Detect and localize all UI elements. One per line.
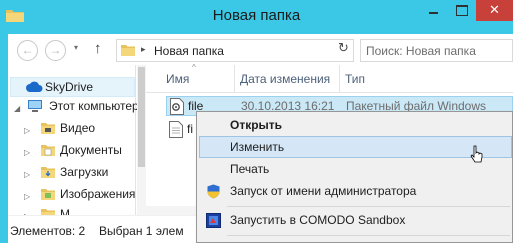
minimize-button[interactable]: [420, 0, 447, 21]
nav-item-label: Этот компьютер: [49, 99, 139, 113]
column-header-type[interactable]: Тип: [345, 72, 365, 86]
nav-item-pictures[interactable]: ▷ Изображения: [10, 185, 135, 205]
cloud-icon: [26, 81, 43, 92]
menu-item-comodo-sandbox[interactable]: Запустить в COMODO Sandbox: [199, 210, 512, 232]
column-divider[interactable]: [234, 65, 235, 93]
back-button[interactable]: ←: [17, 40, 38, 61]
menu-item-edit[interactable]: Изменить: [199, 136, 512, 158]
computer-icon: [28, 100, 42, 112]
expand-icon[interactable]: ▷: [24, 144, 30, 162]
status-selected: Выбран 1 элем: [99, 224, 184, 238]
search-placeholder: Поиск: Новая папка: [366, 44, 476, 58]
comodo-sandbox-icon: [206, 213, 221, 228]
menu-separator: [227, 206, 510, 207]
music-folder-icon: [41, 209, 55, 215]
mouse-cursor-icon: [470, 145, 483, 163]
up-button[interactable]: ↑: [94, 40, 102, 57]
column-header-name[interactable]: Имя: [166, 72, 189, 86]
expand-icon[interactable]: ▷: [24, 166, 30, 184]
status-items-count: Элементов: 2: [10, 224, 86, 238]
menu-item-run-as-admin[interactable]: Запуск от имени администратора: [199, 181, 512, 203]
downloads-folder-icon: [41, 167, 55, 178]
column-headers: Имя ^ Дата изменения Тип: [146, 63, 513, 93]
search-input[interactable]: Поиск: Новая папка: [360, 39, 513, 62]
expand-icon[interactable]: ▷: [24, 188, 30, 206]
pictures-folder-icon: [41, 189, 55, 200]
nav-item-video[interactable]: ▷ Видео: [10, 119, 135, 139]
menu-item-print[interactable]: Печать: [199, 159, 512, 181]
nav-item-downloads[interactable]: ▷ Загрузки: [10, 163, 135, 183]
nav-item-skydrive[interactable]: SkyDrive: [10, 77, 135, 97]
column-header-date[interactable]: Дата изменения: [240, 72, 330, 86]
sort-ascending-icon: ^: [192, 63, 196, 72]
menu-item-label: Изменить: [230, 140, 285, 154]
navigation-pane: SkyDrive ◢ Этот компьютер ▷ Видео ▷ Доку…: [8, 65, 139, 215]
video-folder-icon: [41, 123, 55, 134]
menu-item-label: Запуск от имени администратора: [230, 184, 417, 198]
nav-item-label: М: [60, 207, 70, 215]
maximize-button[interactable]: [448, 0, 475, 21]
text-file-icon: [169, 121, 183, 138]
folder-icon: [121, 45, 135, 56]
explorer-window: Новая папка ✕ ← → ▾ ↑ ▸ Новая папка ▾ ↻ …: [0, 0, 513, 243]
uac-shield-icon: [207, 184, 220, 199]
chevron-right-icon[interactable]: ▸: [141, 44, 146, 55]
close-button[interactable]: ✕: [476, 0, 513, 21]
chevron-down-icon[interactable]: ◢: [14, 100, 20, 118]
batch-file-icon: [170, 98, 184, 115]
nav-item-label: Видео: [60, 121, 96, 135]
title-bar[interactable]: Новая папка ✕: [0, 0, 513, 34]
nav-pane-scrollbar[interactable]: [137, 65, 146, 215]
expand-icon[interactable]: ▷: [24, 208, 30, 215]
expand-icon[interactable]: ▷: [24, 122, 30, 140]
menu-item-label: Печать: [230, 162, 270, 176]
nav-item-label: Загрузки: [60, 165, 109, 179]
navigation-bar: ← → ▾ ↑ ▸ Новая папка ▾ ↻ Поиск: Новая п…: [8, 34, 513, 65]
menu-item-open[interactable]: Открыть: [199, 115, 512, 137]
nav-item-label: Документы: [60, 143, 122, 157]
column-divider[interactable]: [339, 65, 340, 93]
file-name: fi: [187, 122, 193, 136]
context-menu: Открыть Изменить Печать Запуск от имени …: [196, 111, 513, 243]
menu-item-label: Открыть: [230, 118, 283, 132]
nav-item-label: SkyDrive: [45, 80, 94, 94]
nav-item-documents[interactable]: ▷ Документы: [10, 141, 135, 161]
menu-item-label: Запустить в COMODO Sandbox: [230, 213, 406, 227]
nav-item-label: Изображения: [60, 187, 136, 201]
refresh-icon[interactable]: ↻: [338, 40, 349, 56]
scrollbar-thumb[interactable]: [138, 67, 145, 167]
nav-item-music[interactable]: ▷ М: [10, 205, 135, 215]
recent-locations-icon[interactable]: ▾: [74, 43, 78, 52]
address-bar[interactable]: ▸ Новая папка ▾: [116, 39, 439, 62]
menu-separator: [227, 235, 510, 236]
forward-button[interactable]: →: [45, 40, 66, 61]
address-path[interactable]: Новая папка: [154, 44, 224, 58]
nav-item-this-pc[interactable]: ◢ Этот компьютер: [10, 97, 139, 118]
documents-folder-icon: [41, 145, 55, 156]
